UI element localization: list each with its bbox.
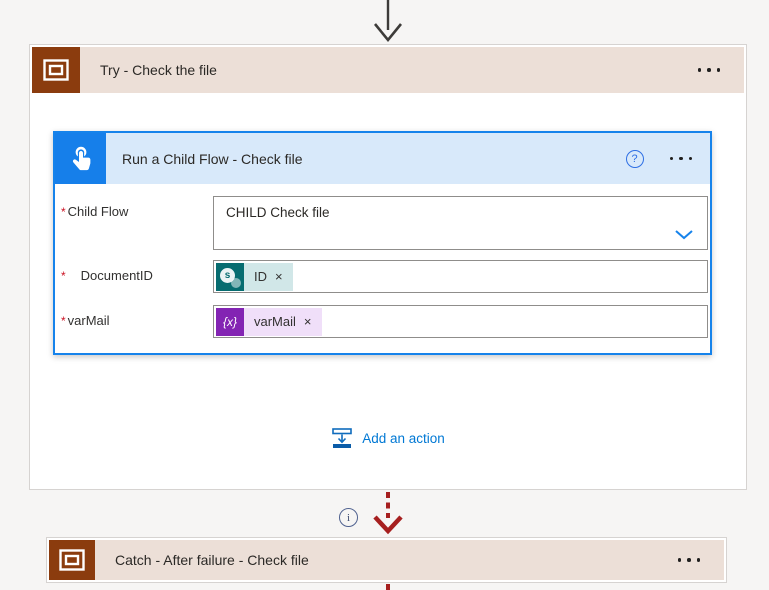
token-remove-button[interactable]: × xyxy=(275,269,283,284)
catch-scope: Catch - After failure - Check file xyxy=(46,537,727,583)
failure-arrow-icon xyxy=(373,492,403,535)
child-flow-card-header[interactable]: Run a Child Flow - Check file ? xyxy=(55,133,710,184)
child-flow-card-titlebar: Run a Child Flow - Check file ? xyxy=(106,133,710,184)
child-flow-dropdown[interactable]: CHILD Check file xyxy=(213,196,708,250)
varmail-token[interactable]: {x} varMail × xyxy=(216,307,322,336)
documentid-token-body: ID × xyxy=(244,262,293,291)
add-action-label: Add an action xyxy=(362,431,445,446)
touch-icon xyxy=(55,133,106,184)
flow-designer-canvas: Try - Check the file Run a Child Flow - … xyxy=(0,0,769,590)
child-flow-card-body: * Child Flow CHILD Check file * Document… xyxy=(55,184,710,338)
failure-arrow-continuation xyxy=(386,584,390,590)
add-action-icon xyxy=(332,428,353,448)
catch-scope-title: Catch - After failure - Check file xyxy=(115,552,309,568)
field-row-varmail: * varMail {x} varMail × xyxy=(61,305,708,338)
catch-scope-titlebar: Catch - After failure - Check file xyxy=(95,540,724,580)
try-scope: Try - Check the file Run a Child Flow - … xyxy=(29,44,747,490)
scope-rect-icon xyxy=(59,549,85,571)
documentid-input[interactable]: s ID × xyxy=(213,260,708,293)
catch-scope-menu-button[interactable] xyxy=(676,552,703,568)
hand-tap-icon xyxy=(72,146,90,170)
chevron-down-icon[interactable] xyxy=(675,230,693,240)
entry-arrow-icon xyxy=(373,0,403,43)
documentid-token[interactable]: s ID × xyxy=(216,262,293,291)
child-flow-card-title: Run a Child Flow - Check file xyxy=(122,150,303,167)
varmail-label: * varMail xyxy=(61,313,110,328)
try-scope-menu-button[interactable] xyxy=(696,62,723,78)
help-icon[interactable]: ? xyxy=(625,149,644,168)
child-flow-menu-button[interactable] xyxy=(668,151,695,167)
variable-x-icon: {x} xyxy=(216,307,244,336)
token-label: ID xyxy=(254,269,267,284)
scope-icon xyxy=(49,540,95,580)
required-asterisk: * xyxy=(61,269,66,283)
child-flow-label: * Child Flow xyxy=(61,204,129,219)
sharepoint-icon: s xyxy=(216,262,244,291)
scope-rect-icon xyxy=(43,59,69,81)
required-asterisk: * xyxy=(61,205,66,219)
required-asterisk: * xyxy=(61,314,66,328)
field-row-documentid: * DocumentID s ID × xyxy=(61,260,708,293)
token-label: varMail xyxy=(254,314,296,329)
token-remove-button[interactable]: × xyxy=(304,314,312,329)
field-row-child-flow: * Child Flow CHILD Check file xyxy=(61,196,708,250)
child-flow-dropdown-value: CHILD Check file xyxy=(226,205,330,220)
varmail-input[interactable]: {x} varMail × xyxy=(213,305,708,338)
documentid-label: * DocumentID xyxy=(61,268,153,283)
scope-icon xyxy=(32,47,80,93)
add-action-button[interactable]: Add an action xyxy=(30,428,746,449)
catch-scope-header[interactable]: Catch - After failure - Check file xyxy=(49,540,724,580)
try-scope-titlebar: Try - Check the file xyxy=(80,47,744,93)
try-scope-title: Try - Check the file xyxy=(100,62,217,78)
info-icon[interactable]: i xyxy=(339,508,358,527)
varmail-token-body: varMail × xyxy=(244,307,322,336)
child-flow-card: Run a Child Flow - Check file ? * Child … xyxy=(53,131,712,355)
try-scope-header[interactable]: Try - Check the file xyxy=(32,47,744,93)
